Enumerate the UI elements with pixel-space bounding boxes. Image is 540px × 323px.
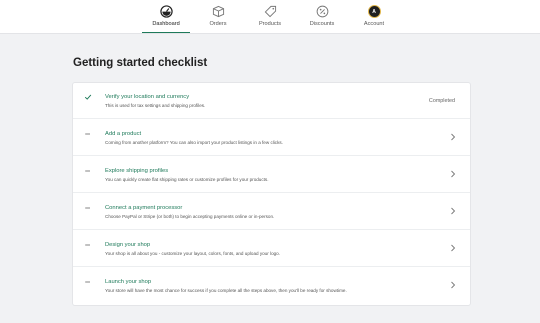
dash-icon — [85, 281, 90, 283]
box-icon — [212, 5, 224, 18]
check-icon — [84, 94, 92, 100]
checklist-item-design-shop[interactable]: Design your shop Your shop is all about … — [73, 231, 470, 267]
checklist-item-title: Launch your shop — [105, 279, 152, 285]
top-nav: Dashboard Orders Products Discounts A Ac… — [0, 0, 540, 34]
checklist-item-title: Add a product — [105, 131, 142, 137]
checklist-item-description: Choose PayPal or Stripe (or both) to beg… — [105, 214, 275, 219]
avatar: A — [367, 5, 381, 18]
status-completed: Completed — [428, 98, 455, 104]
nav-label-account: Account — [363, 21, 385, 27]
checklist-card: Verify your location and currency This i… — [73, 83, 470, 305]
dash-icon — [85, 244, 90, 246]
nav-label-dashboard: Dashboard — [152, 21, 180, 27]
checklist-item-description: Coming from another platform? You can al… — [105, 140, 283, 145]
chevron-right-icon — [451, 244, 456, 252]
checklist-item-launch-shop[interactable]: Launch your shop Your store will have th… — [73, 268, 470, 304]
chevron-right-icon — [451, 207, 456, 215]
checklist-item-verify-location[interactable]: Verify your location and currency This i… — [73, 83, 470, 119]
checklist-item-payment-processor[interactable]: Connect a payment processor Choose PayPa… — [73, 194, 470, 230]
nav-item-dashboard[interactable]: Dashboard — [142, 0, 190, 33]
checklist-item-description: Your shop is all about you - customize y… — [105, 251, 281, 256]
checklist-item-title: Verify your location and currency — [105, 94, 190, 100]
discount-icon — [316, 5, 328, 18]
checklist-item-title: Connect a payment processor — [105, 205, 183, 211]
dash-icon — [85, 207, 90, 209]
dash-icon — [85, 133, 90, 135]
nav-item-account[interactable]: A Account — [350, 0, 398, 33]
chevron-right-icon — [451, 281, 456, 289]
nav-item-discounts[interactable]: Discounts — [298, 0, 346, 33]
dash-icon — [85, 170, 90, 172]
checklist-item-description: This is used for tax settings and shippi… — [105, 103, 206, 108]
nav-label-products: Products — [258, 21, 282, 27]
page-title: Getting started checklist — [73, 57, 208, 69]
checklist-item-description: You can quickly create flat shipping rat… — [105, 177, 269, 182]
nav-item-products[interactable]: Products — [246, 0, 294, 33]
chevron-right-icon — [451, 170, 456, 178]
checklist-item-title: Explore shipping profiles — [105, 168, 169, 174]
checklist-item-add-product[interactable]: Add a product Coming from another platfo… — [73, 120, 470, 156]
checklist-item-shipping-profiles[interactable]: Explore shipping profiles You can quickl… — [73, 157, 470, 193]
nav-label-orders: Orders — [209, 21, 227, 27]
checklist-item-title: Design your shop — [105, 242, 151, 248]
nav-item-orders[interactable]: Orders — [194, 0, 242, 33]
chevron-right-icon — [451, 133, 456, 141]
nav-label-discounts: Discounts — [309, 21, 335, 27]
dashboard-icon — [159, 5, 173, 18]
tag-icon — [264, 5, 276, 18]
checklist-item-description: Your store will have the most chance for… — [105, 288, 347, 293]
